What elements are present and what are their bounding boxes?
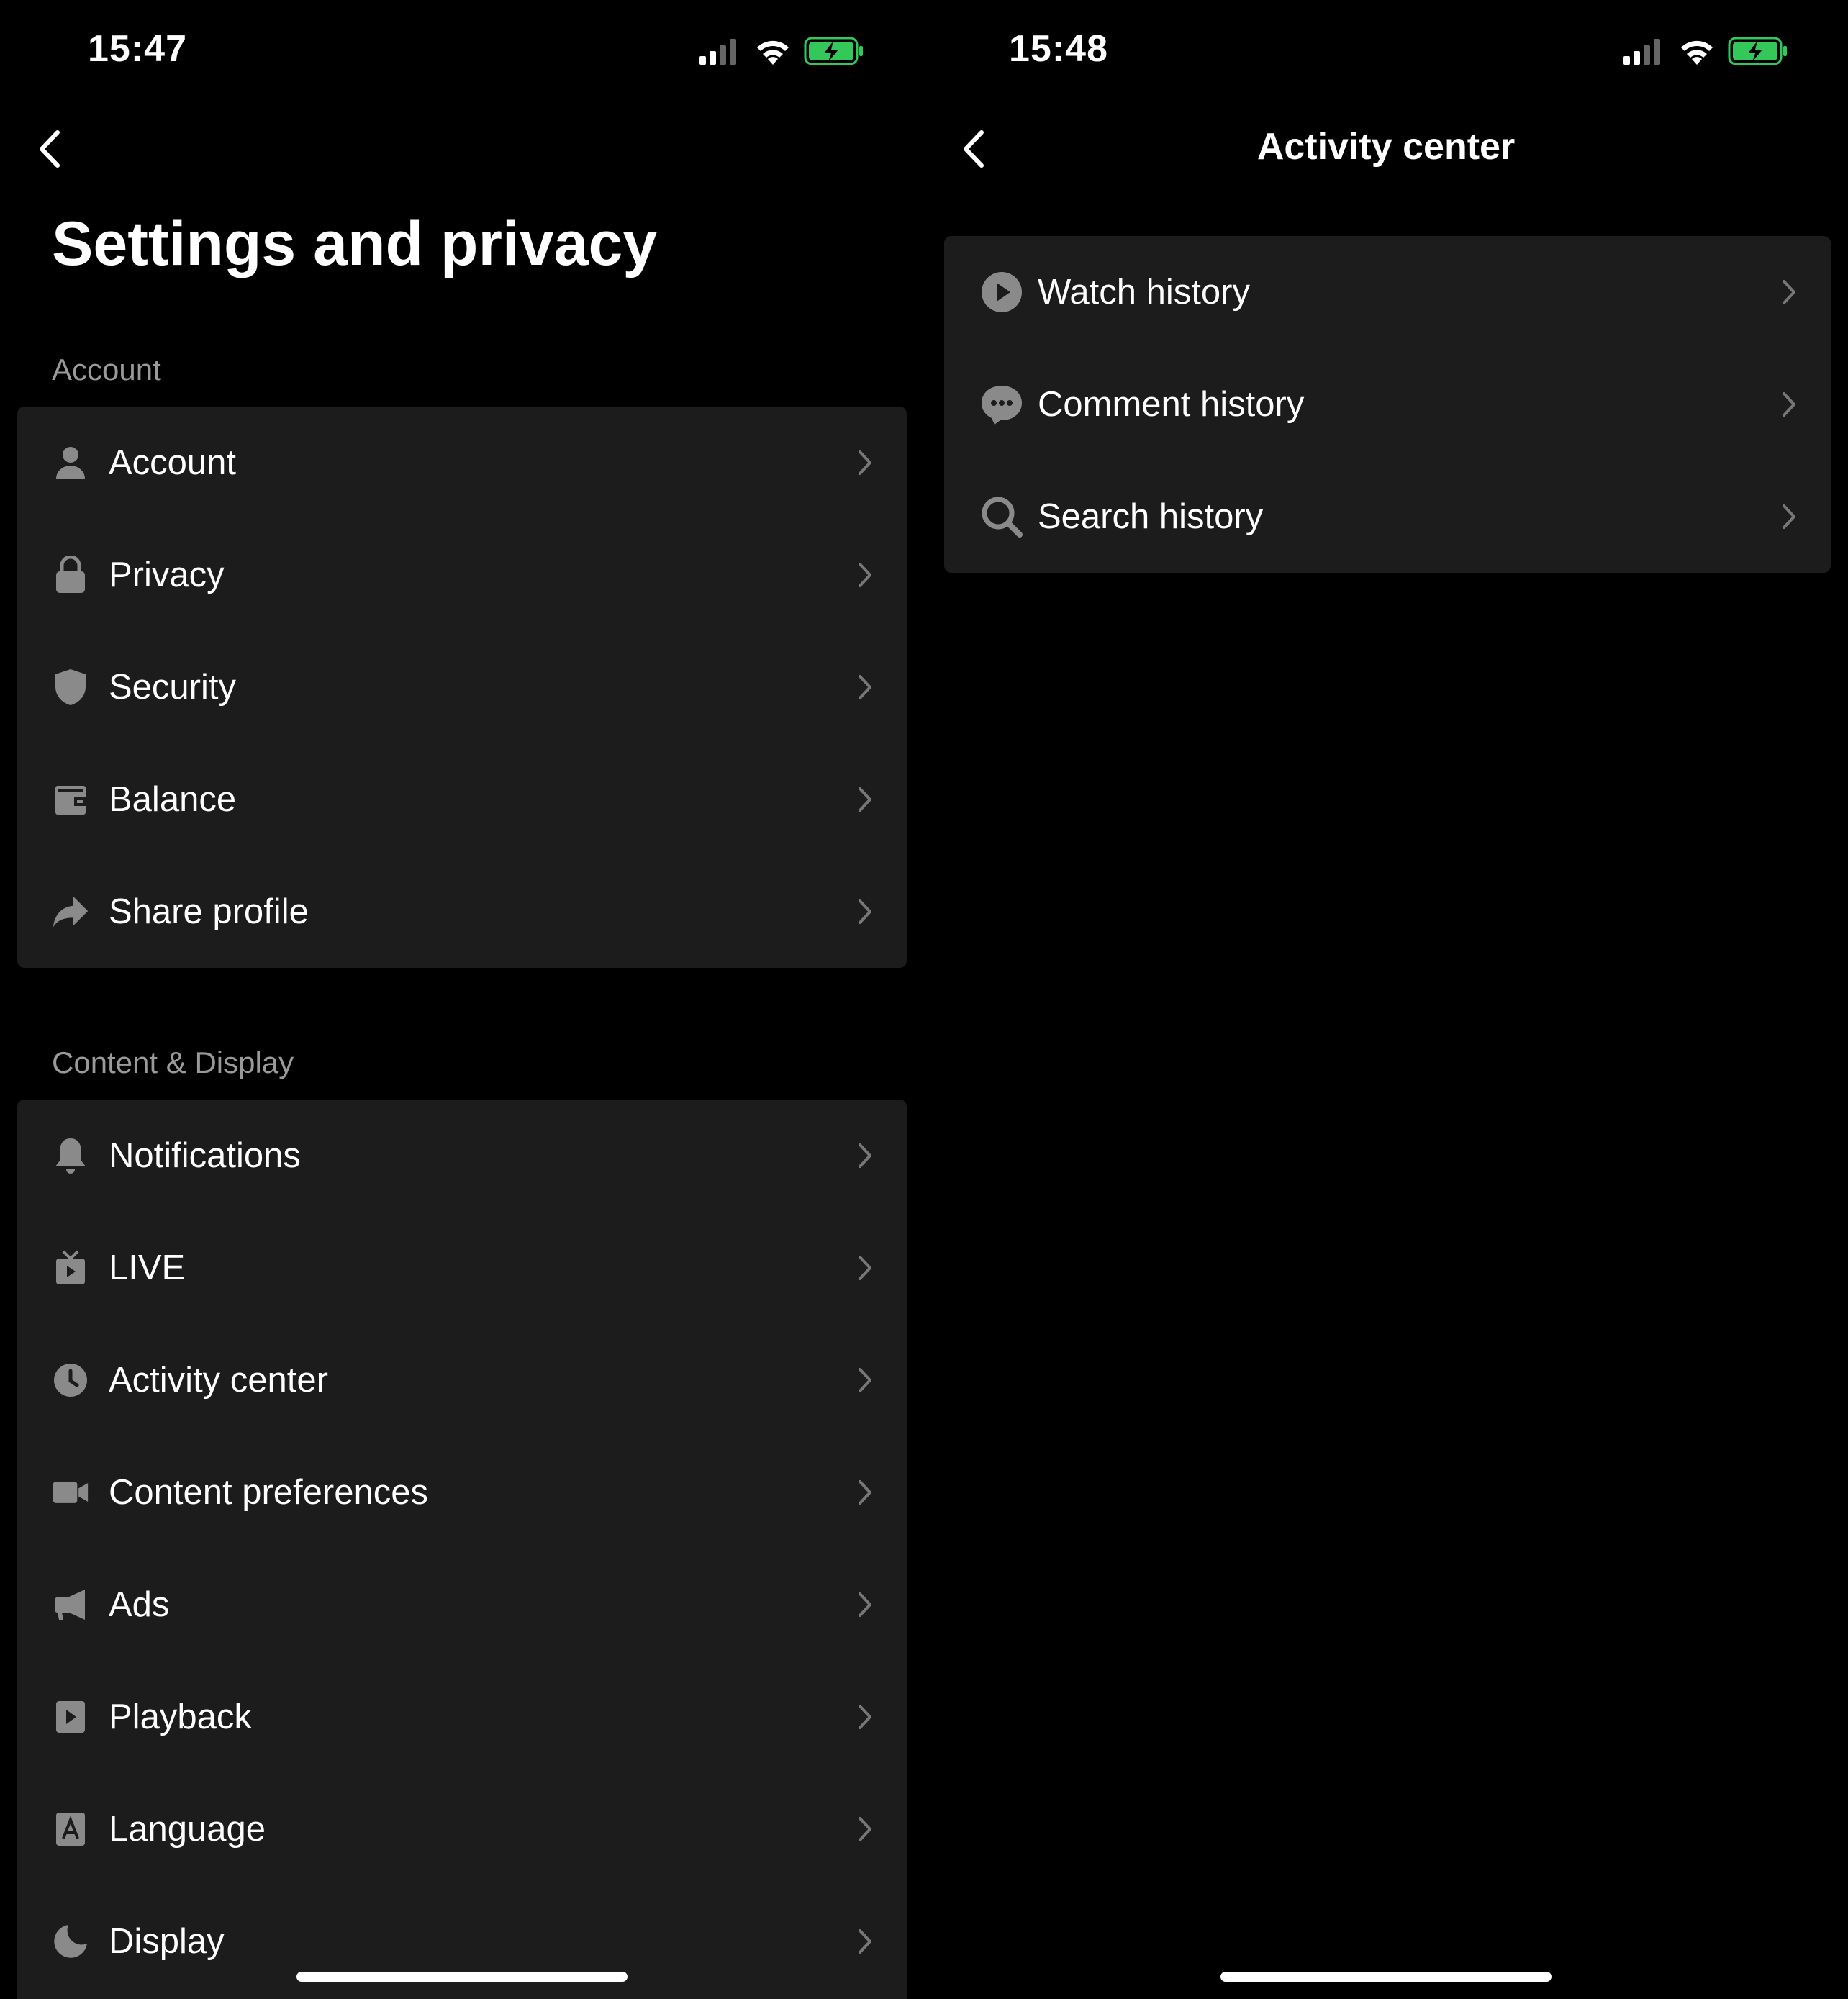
tv-icon <box>52 1248 89 1288</box>
chevron-right-icon <box>859 450 871 475</box>
settings-item-playback[interactable]: Playback <box>17 1661 907 1773</box>
cellular-signal-icon <box>699 39 736 65</box>
home-indicator[interactable] <box>296 1972 628 1982</box>
settings-item-label: Language <box>109 1810 266 1849</box>
activity-item-label: Watch history <box>1038 273 1250 312</box>
content-display-card: Notifications LIVE Activity center Conte… <box>17 1100 907 1999</box>
status-time: 15:47 <box>88 28 187 70</box>
back-button[interactable] <box>27 117 78 181</box>
video-camera-icon <box>52 1472 89 1513</box>
battery-charging-icon <box>804 37 863 65</box>
settings-item-content-preferences[interactable]: Content preferences <box>17 1436 907 1549</box>
settings-item-label: LIVE <box>109 1248 186 1287</box>
settings-item-label: Display <box>109 1922 225 1961</box>
settings-item-label: Account <box>109 443 237 482</box>
search-icon <box>980 495 1023 538</box>
settings-item-activity-center[interactable]: Activity center <box>17 1324 907 1436</box>
play-circle-icon <box>980 271 1023 314</box>
play-square-icon <box>52 1697 89 1737</box>
shield-icon <box>52 667 89 707</box>
account-settings-card: Account Privacy Security Balance Share p… <box>17 407 907 968</box>
wallet-icon <box>52 779 89 820</box>
status-icons <box>1622 35 1792 71</box>
chevron-right-icon <box>859 675 871 699</box>
chevron-right-icon <box>859 1929 871 1954</box>
chevron-right-icon <box>859 1143 871 1168</box>
activity-item-search-history[interactable]: Search history <box>944 461 1831 573</box>
settings-item-notifications[interactable]: Notifications <box>17 1100 907 1212</box>
wifi-icon <box>1681 40 1713 65</box>
status-bar: 15:48 <box>924 0 1848 108</box>
wifi-icon <box>757 40 789 65</box>
chevron-right-icon <box>859 899 871 924</box>
settings-item-balance[interactable]: Balance <box>17 743 907 856</box>
chevron-right-icon <box>1783 392 1795 417</box>
battery-charging-icon <box>1728 37 1787 65</box>
activity-center-screen: 15:48 Activity center Watch history Comm… <box>924 0 1848 1999</box>
home-indicator[interactable] <box>1220 1972 1552 1982</box>
settings-item-label: Balance <box>109 780 237 819</box>
settings-and-privacy-screen: 15:47 Settings and privacy Account Accou… <box>0 0 924 1999</box>
settings-item-language[interactable]: Language <box>17 1773 907 1885</box>
settings-item-label: Activity center <box>109 1361 328 1400</box>
chevron-right-icon <box>859 1480 871 1505</box>
chevron-right-icon <box>1783 504 1795 529</box>
settings-item-share-profile[interactable]: Share profile <box>17 856 907 968</box>
settings-item-privacy[interactable]: Privacy <box>17 519 907 631</box>
settings-item-live[interactable]: LIVE <box>17 1212 907 1324</box>
page-title: Settings and privacy <box>52 209 658 278</box>
chevron-right-icon <box>859 1592 871 1617</box>
moon-icon <box>52 1921 89 1962</box>
lock-icon <box>52 555 89 595</box>
bell-icon <box>52 1136 89 1176</box>
settings-item-ads[interactable]: Ads <box>17 1549 907 1661</box>
chevron-right-icon <box>859 1705 871 1729</box>
language-a-icon <box>52 1809 89 1849</box>
comment-bubble-icon <box>980 383 1023 426</box>
status-bar: 15:47 <box>0 0 924 108</box>
section-label-account: Account <box>52 353 161 386</box>
page-title: Activity center <box>1256 126 1516 168</box>
chevron-right-icon <box>859 1817 871 1841</box>
settings-item-account[interactable]: Account <box>17 407 907 519</box>
share-icon <box>52 892 89 932</box>
activity-item-label: Comment history <box>1038 385 1305 424</box>
status-time: 15:48 <box>1009 28 1108 70</box>
settings-item-label: Notifications <box>109 1136 301 1175</box>
chevron-right-icon <box>859 787 871 812</box>
activity-item-watch-history[interactable]: Watch history <box>944 236 1831 348</box>
chevron-left-icon <box>40 130 60 168</box>
settings-item-label: Ads <box>109 1585 170 1624</box>
activity-history-card: Watch history Comment history Search his… <box>944 236 1831 573</box>
chevron-right-icon <box>859 563 871 587</box>
cellular-signal-icon <box>1623 39 1660 65</box>
settings-item-label: Security <box>109 668 237 707</box>
person-icon <box>52 443 89 483</box>
megaphone-icon <box>52 1585 89 1625</box>
section-label-content-display: Content & Display <box>52 1046 294 1079</box>
settings-item-label: Content preferences <box>109 1473 428 1512</box>
settings-item-label: Playback <box>109 1697 252 1736</box>
chevron-right-icon <box>1783 280 1795 304</box>
status-icons <box>698 35 868 71</box>
activity-item-label: Search history <box>1038 497 1264 536</box>
chevron-right-icon <box>859 1256 871 1280</box>
settings-item-security[interactable]: Security <box>17 631 907 743</box>
settings-item-label: Privacy <box>109 556 225 594</box>
settings-item-label: Share profile <box>109 892 309 931</box>
activity-item-comment-history[interactable]: Comment history <box>944 348 1831 461</box>
chevron-right-icon <box>859 1368 871 1392</box>
clock-icon <box>52 1360 89 1400</box>
